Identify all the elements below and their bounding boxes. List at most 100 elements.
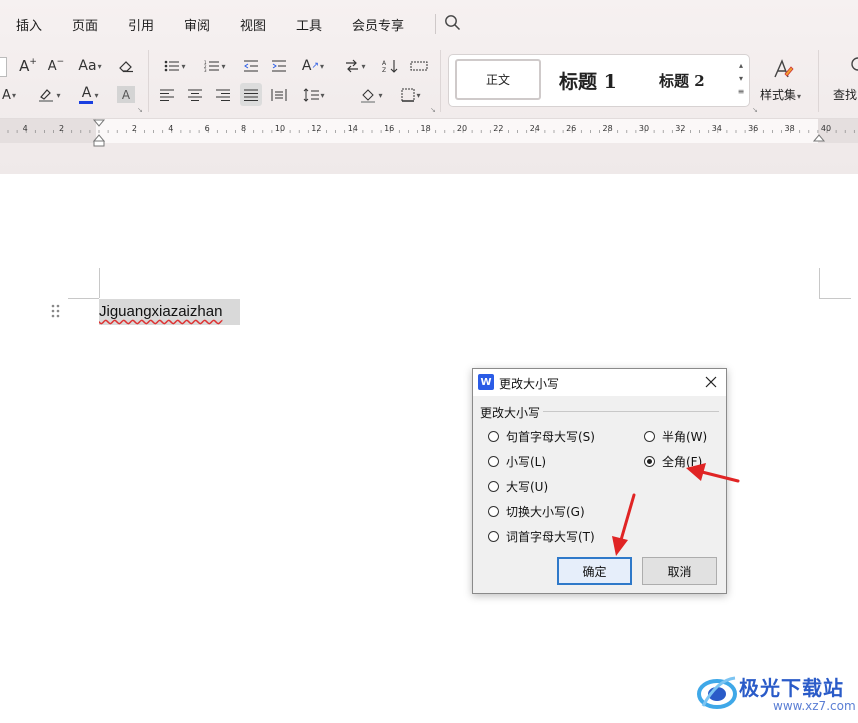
document-text[interactable]: Jiguangxiazaizhan [99,303,222,320]
wps-writer-icon: W [478,374,494,390]
font-size-box[interactable] [0,57,7,77]
paragraph-dialog-launcher-icon[interactable]: ↘ [430,106,436,114]
ok-button[interactable]: 确定 [557,557,632,585]
ruler-label: 8 [241,124,247,133]
sort-icon[interactable]: AZ [380,57,402,75]
radio-full-width[interactable]: 全角(F) [644,453,702,470]
dialog-title-bar[interactable]: W 更改大小写 [473,369,726,396]
menu-references[interactable]: 引用 [128,15,154,34]
document-canvas[interactable] [0,174,858,723]
page-corner-mark [68,298,99,299]
ruler-label: 20 [456,124,468,133]
ruler-label: 30 [638,124,650,133]
font-color-button[interactable]: A ▾ [74,84,104,106]
increase-indent-icon[interactable] [269,57,289,75]
menu-review[interactable]: 审阅 [184,15,210,34]
cancel-button[interactable]: 取消 [642,557,717,585]
highlight-icon[interactable]: ▾ [34,85,64,105]
find-icon[interactable] [850,56,858,78]
radio-button[interactable] [488,456,499,467]
menu-view[interactable]: 视图 [240,15,266,34]
find-button[interactable]: 查找 [833,86,857,103]
radio-title-case[interactable]: 词首字母大写(T) [488,528,595,545]
site-watermark: 极光下载站 www.xz7.com [695,666,856,718]
bullet-list-icon[interactable]: ▾ [160,57,190,75]
ribbon-separator [440,50,441,112]
char-shading-button[interactable]: A [117,86,135,103]
text-direction-icon[interactable]: A ↗ ▾ [298,56,328,76]
shading-icon[interactable]: ▾ [356,86,386,104]
app-chrome: 插入 页面 引用 审阅 视图 工具 会员专享 A + A − Aa ▾ A ▾ ▾ A ▾… [0,0,858,174]
search-icon[interactable] [444,14,461,35]
align-left-icon[interactable] [157,86,177,104]
decrease-indent-icon[interactable] [241,57,261,75]
ruler-label: 36 [748,124,759,133]
style-heading-1[interactable]: 标题 1 [559,67,617,94]
menu-tools[interactable]: 工具 [296,15,322,34]
menu-bar: 插入 页面 引用 审阅 视图 工具 会员专享 [0,0,858,44]
radio-button[interactable] [644,431,655,442]
ruler-label: 28 [602,124,613,133]
radio-button[interactable] [488,506,499,517]
radio-lowercase[interactable]: 小写(L) [488,453,546,470]
watermark-logo-icon [697,676,737,709]
watermark-url: www.xz7.com [773,699,856,713]
align-right-icon[interactable] [213,86,233,104]
radio-button[interactable] [488,481,499,492]
distribute-icon[interactable] [269,86,289,104]
ruler-label: 6 [204,124,210,133]
radio-button[interactable] [488,531,499,542]
style-set-icon[interactable] [770,56,796,82]
drag-handle-icon[interactable] [51,304,61,318]
radio-uppercase[interactable]: 大写(U) [488,478,548,495]
radio-sentence-case[interactable]: 句首字母大写(S) [488,428,595,445]
page-corner-mark [819,268,820,298]
radio-half-width[interactable]: 半角(W) [644,428,707,445]
ruler-label: 24 [529,124,540,133]
shrink-font-button[interactable]: A − [46,56,66,76]
text-effect-button[interactable]: A ▾ [0,85,20,105]
style-normal[interactable]: 正文 [455,59,541,100]
style-heading-2[interactable]: 标题 2 [659,70,705,91]
gallery-scroll-icon[interactable]: ▴ ▾ ≡ [736,59,746,98]
page-corner-mark [819,298,851,299]
watermark-text: 极光下载站 [739,676,844,700]
ruler-label: 18 [420,124,431,133]
radio-toggle-case[interactable]: 切换大小写(G) [488,503,585,520]
close-icon[interactable] [702,373,720,391]
show-marks-icon[interactable] [408,57,430,75]
border-icon[interactable]: ▾ [396,86,426,104]
ruler-label: 26 [566,124,577,133]
menu-page[interactable]: 页面 [72,15,98,34]
right-indent-marker-icon[interactable] [812,129,826,143]
change-case-button[interactable]: Aa ▾ [74,56,106,76]
eraser-icon[interactable] [116,56,136,76]
line-spacing-icon[interactable]: ▾ [298,86,330,104]
style-set-button[interactable]: 样式集▾ [760,86,801,103]
justify-icon[interactable] [240,83,262,106]
menu-member[interactable]: 会员专享 [352,15,404,34]
group-divider [543,411,719,412]
ribbon-separator [148,50,149,112]
indent-marker-icon[interactable] [92,119,106,147]
ribbon-separator [818,50,819,112]
grow-font-button[interactable]: A + [18,56,38,76]
ruler-label: 32 [675,124,686,133]
ruler-label: 2 [59,124,65,133]
menu-insert[interactable]: 插入 [16,15,42,34]
radio-button[interactable] [488,431,499,442]
radio-button-checked[interactable] [644,456,655,467]
ruler-label: 38 [784,124,795,133]
line-break-icon[interactable]: ▾ [340,57,370,75]
align-center-icon[interactable] [185,86,205,104]
ruler-label: 14 [347,124,358,133]
numbered-list-icon[interactable]: 1 2 3 ▾ [200,57,230,75]
dialog-title: 更改大小写 [499,377,560,391]
ruler-label: 22 [493,124,504,133]
ruler-label: 12 [311,124,322,133]
ruler-label: 16 [384,124,395,133]
group-label: 更改大小写 [480,404,544,421]
font-dialog-launcher-icon[interactable]: ↘ [137,106,143,114]
horizontal-ruler[interactable]: 4 2 2 4 6 8 10 12 14 16 18 20 22 24 26 28 30 32 34 36 38 40 [0,118,858,147]
styles-dialog-launcher-icon[interactable]: ↘ [752,106,758,114]
